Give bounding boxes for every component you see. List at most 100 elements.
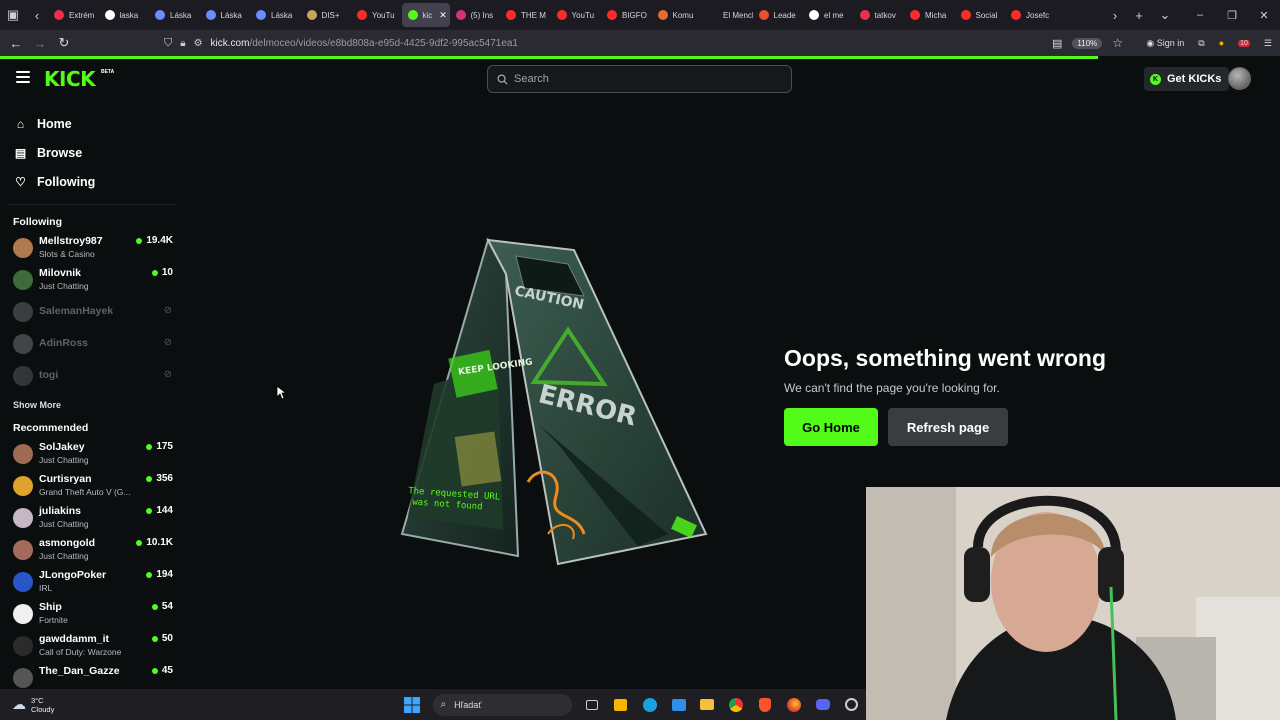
browser-tab[interactable]: (5) Ins [450,3,501,27]
chrome-ext-icon[interactable]: ● [1219,38,1224,48]
channel-item[interactable]: Milovnik Just Chatting 10 [0,264,185,296]
channel-name: Mellstroy987 [39,235,103,247]
browser-tab[interactable]: DIS+ [301,3,352,27]
scroll-tabs-right-icon[interactable]: › [1104,0,1126,30]
channel-avatar [13,366,33,386]
sidebar-item-home[interactable]: ⌂ Home [0,109,185,138]
channel-item[interactable]: Curtisryan Grand Theft Auto V (G... 356 [0,470,185,502]
browser-tab[interactable]: el me [803,3,854,27]
restore-icon[interactable]: ❐ [1216,9,1248,22]
live-dot-icon [151,635,158,642]
tab-favicon-icon [306,10,317,20]
tracking-shield-icon[interactable]: ⛉ [164,37,172,50]
search-input[interactable]: Search [487,65,792,93]
menu-icon[interactable]: ☰ [1264,38,1272,49]
tab-favicon-icon [960,10,971,20]
forward-icon[interactable]: → [28,36,52,51]
get-kicks-button[interactable]: K Get KICKs [1144,67,1230,91]
browser-tab[interactable]: Leade [753,3,804,27]
browser-tab[interactable]: tatkov [854,3,905,27]
get-kicks-label: Get KICKs [1167,73,1222,85]
address-bar[interactable]: ⛉ 🔒︎ ⚙ kick.com/delmoceo/videos/e8bd808a… [164,37,1044,50]
channel-item[interactable]: SolJakey Just Chatting 175 [0,438,185,470]
sign-in-button[interactable]: ◉ Sign in [1146,38,1184,49]
page-info-icon[interactable]: ⚙ [194,38,203,49]
discord-icon[interactable] [808,689,837,720]
sidebar-item-following[interactable]: ♡ Following [0,167,185,196]
photos-icon[interactable] [664,689,693,720]
taskbar-search[interactable]: ⌕ Hľadať [432,693,572,716]
channel-item[interactable]: JLongoPoker IRL 194 [0,566,185,598]
browser-tab[interactable]: Micha [904,3,955,27]
browser-tab[interactable]: Láska [250,3,301,27]
channel-category: Just Chatting [39,455,89,465]
tab-label: El Menchc [723,10,753,20]
channel-item[interactable]: gawddamm_it Call of Duty: Warzone 50 [0,630,185,662]
browser-tab[interactable]: THE M [500,3,551,27]
channel-item[interactable]: AdinRoss ⊘ [0,328,185,360]
browser-tab[interactable]: laska [99,3,150,27]
channel-item[interactable]: The_Dan_Gazze 45 [0,662,185,689]
store-icon[interactable] [607,689,636,720]
notification-badge[interactable]: 10 [1238,39,1250,47]
url-text[interactable]: kick.com/delmoceo/videos/e8bd808a-e95d-4… [211,38,518,49]
browser-tab[interactable]: Komu [652,3,703,27]
mouse-cursor-icon [276,385,286,400]
weather-widget[interactable]: ☁ 3°C Cloudy [0,696,398,714]
channel-item[interactable]: juliakins Just Chatting 144 [0,502,185,534]
file-explorer-icon[interactable] [693,689,722,720]
obs-icon[interactable] [837,689,866,720]
channel-item[interactable]: togi ⊘ [0,360,185,392]
chrome-icon[interactable] [722,689,751,720]
channel-item[interactable]: Mellstroy987 Slots & Casino 19.4K [0,232,185,264]
browser-tab[interactable]: Láska [200,3,251,27]
channel-item[interactable]: Ship Fortnite 54 [0,598,185,630]
extensions-icon[interactable]: ⧉ [1198,38,1204,49]
viewer-count: 10 [151,267,173,278]
browser-tab[interactable]: El Menchc [702,3,753,27]
live-dot-icon [146,571,153,578]
browser-tab[interactable]: Láska [149,3,200,27]
brave-icon[interactable] [751,689,780,720]
toolbar-right: ◉ Sign in ⧉ ● 10 ☰ [1146,38,1280,49]
browser-tab[interactable]: YouTu [351,3,402,27]
back-icon[interactable]: ← [4,36,28,51]
channel-avatar [13,572,33,592]
kick-logo[interactable]: KICK [44,67,96,91]
firefox-icon[interactable] [780,689,809,720]
reader-view-icon[interactable]: ▤ [1052,37,1062,50]
browser-tab[interactable]: Social [955,3,1006,27]
minimize-icon[interactable]: – [1184,9,1216,22]
close-tab-icon[interactable]: ✕ [439,10,447,21]
zoom-level[interactable]: 110% [1072,37,1103,49]
refresh-page-button[interactable]: Refresh page [888,408,1008,446]
browser-tab[interactable]: kic ✕ [401,3,450,27]
browser-tab[interactable]: BIGFO [601,3,652,27]
scroll-tabs-left-icon[interactable]: ‹ [26,0,48,30]
close-window-icon[interactable]: ✕ [1248,9,1280,22]
channel-avatar [13,238,33,258]
task-view-icon[interactable] [578,689,607,720]
list-tabs-icon[interactable]: ⌄ [1152,0,1178,30]
browser-tab[interactable]: Extrém [48,3,99,27]
browser-tab[interactable]: Josefc [1005,3,1056,27]
reload-icon[interactable]: ↻ [52,35,76,51]
following-list: Mellstroy987 Slots & Casino 19.4K Milovnik J… [0,232,185,392]
edge-icon[interactable] [635,689,664,720]
taskbar-search-icon: ⌕ [440,699,447,710]
channel-category: Just Chatting [39,551,89,561]
sidebar-item-browse[interactable]: ▤ Browse [0,138,185,167]
windows-start-icon[interactable] [398,689,427,720]
hamburger-menu-icon[interactable] [16,71,30,83]
channel-item[interactable]: SalemanHayek ⊘ [0,296,185,328]
user-avatar[interactable] [1228,67,1251,90]
show-more-button[interactable]: Show More [0,394,185,416]
lock-icon[interactable]: 🔒︎ [180,38,185,49]
channel-avatar [13,668,33,688]
go-home-button[interactable]: Go Home [784,408,878,446]
browser-tab[interactable]: YouTu [551,3,602,27]
channel-item[interactable]: asmongold Just Chatting 10.1K [0,534,185,566]
tab-overview-icon[interactable]: ▣ [0,0,26,30]
bookmark-star-icon[interactable]: ☆ [1112,36,1123,50]
new-tab-icon[interactable]: + [1126,0,1152,30]
